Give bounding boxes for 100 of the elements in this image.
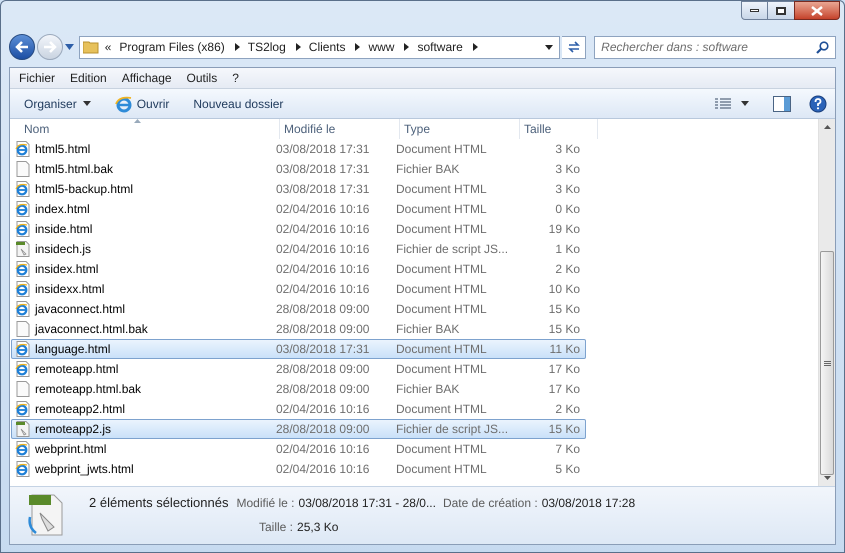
file-name: insidex.html <box>35 261 98 278</box>
file-name: html5-backup.html <box>35 181 134 198</box>
file-row[interactable]: insidexx.html 02/04/2016 10:16 Document HTML 10 Ko <box>11 279 586 299</box>
blank-file-icon <box>15 321 31 337</box>
back-button[interactable] <box>9 34 35 60</box>
close-icon <box>811 6 823 16</box>
file-row[interactable]: insidex.html 02/04/2016 10:16 Document HTML 2 Ko <box>11 259 586 279</box>
file-row[interactable]: remoteapp.html.bak 28/08/2018 09:00 Fichier BAK 17 Ko <box>11 379 586 399</box>
folder-icon <box>82 40 99 54</box>
breadcrumb[interactable]: TS2log <box>248 38 286 56</box>
preview-pane-icon[interactable] <box>773 96 791 112</box>
ie-file-icon <box>15 141 31 157</box>
chevron-icon[interactable] <box>472 43 478 51</box>
dropdown-icon[interactable] <box>545 44 554 50</box>
modified-date: 03/08/2018 17:31 <box>275 161 370 178</box>
chevron-icon[interactable] <box>234 43 240 51</box>
column-header[interactable]: Modifié le <box>280 119 400 139</box>
breadcrumb[interactable]: software <box>417 38 463 56</box>
menu-item[interactable]: Outils <box>180 68 224 88</box>
file-row[interactable]: html5.html.bak 03/08/2018 17:31 Fichier BAK 3 Ko <box>11 159 586 179</box>
modified-date: 02/04/2016 10:16 <box>275 221 370 238</box>
modified-date: 02/04/2016 10:16 <box>275 261 370 278</box>
file-type: Document HTML <box>395 221 488 238</box>
ie-file-icon <box>15 401 31 417</box>
menu-item[interactable]: Affichage <box>114 68 179 88</box>
file-size: 0 Ko <box>554 201 581 218</box>
file-type: Document HTML <box>395 461 488 478</box>
scrollbar[interactable] <box>818 119 835 486</box>
scrollbar-thumb[interactable] <box>820 251 834 475</box>
file-size: 15 Ko <box>548 301 581 318</box>
file-type: Document HTML <box>395 401 488 418</box>
file-size: 5 Ko <box>554 461 581 478</box>
file-row[interactable]: language.html 03/08/2018 17:31 Document HTML 11 Ko <box>11 339 586 359</box>
file-name: remoteapp.html.bak <box>35 381 142 398</box>
open-button[interactable]: Ouvrir <box>110 92 174 116</box>
file-name: webprint_jwts.html <box>35 461 134 478</box>
file-row[interactable]: index.html 02/04/2016 10:16 Document HTML 0 Ko <box>11 199 586 219</box>
caret-icon <box>82 101 91 106</box>
breadcrumb[interactable]: www <box>368 38 394 56</box>
menu-item[interactable]: Edition <box>63 68 114 88</box>
file-size: 17 Ko <box>548 361 581 378</box>
modified-date: 02/04/2016 10:16 <box>275 441 370 458</box>
refresh-button[interactable] <box>562 36 586 58</box>
breadcrumb[interactable]: Clients <box>308 38 346 56</box>
history-dropdown-icon[interactable] <box>64 44 74 50</box>
file-size: 19 Ko <box>548 221 581 238</box>
breadcrumb[interactable]: Program Files (x86) <box>119 38 225 56</box>
column-header[interactable]: Taille <box>520 119 598 139</box>
ie-file-icon <box>15 181 31 197</box>
caret-icon <box>741 101 749 106</box>
refresh-icon <box>566 41 581 53</box>
file-name: javaconnect.html <box>35 301 126 318</box>
address-bar[interactable]: « Program Files (x86) TS2log Clients www software <box>78 36 560 58</box>
detail-label: Date de création : <box>442 495 538 512</box>
menu-item[interactable]: ? <box>225 68 246 88</box>
file-size: 1 Ko <box>554 241 581 258</box>
file-row[interactable]: html5.html 03/08/2018 17:31 Document HTML 3 Ko <box>11 139 586 159</box>
file-row[interactable]: inside.html 02/04/2016 10:16 Document HTML 19 Ko <box>11 219 586 239</box>
scroll-up-icon[interactable] <box>824 125 830 129</box>
file-type: Document HTML <box>395 341 488 358</box>
overflow-chevron[interactable]: « <box>104 38 112 56</box>
help-icon[interactable] <box>809 94 827 112</box>
modified-date: 02/04/2016 10:16 <box>275 461 370 478</box>
maximize-button[interactable] <box>768 1 794 20</box>
detail-value: 25,3 Ko <box>297 518 338 536</box>
modified-date: 03/08/2018 17:31 <box>275 341 370 358</box>
file-row[interactable]: javaconnect.html 28/08/2018 09:00 Document HTML 15 Ko <box>11 299 586 319</box>
file-row[interactable]: remoteapp2.js 28/08/2018 09:00 Fichier de script JS... 15 Ko <box>11 419 586 439</box>
file-type: Fichier BAK <box>395 381 460 398</box>
minimize-button[interactable] <box>741 1 768 20</box>
file-row[interactable]: remoteapp2.html 02/04/2016 10:16 Document HTML 2 Ko <box>11 399 586 419</box>
organize-button[interactable]: Organiser <box>18 92 97 116</box>
search-field[interactable]: Rechercher dans : software <box>594 36 836 58</box>
column-header[interactable]: Type <box>400 119 520 139</box>
file-size: 10 Ko <box>548 281 581 298</box>
file-row[interactable]: webprint.html 02/04/2016 10:16 Document HTML 7 Ko <box>11 439 586 459</box>
file-name: inside.html <box>35 221 92 238</box>
new-folder-button[interactable]: Nouveau dossier <box>187 92 290 116</box>
ie-file-icon <box>15 261 31 277</box>
search-icon[interactable] <box>816 40 829 54</box>
chevron-icon[interactable] <box>355 43 360 51</box>
back-arrow-icon <box>14 41 29 53</box>
file-type: Document HTML <box>395 281 488 298</box>
detail-value: 03/08/2018 17:31 - 28/0... <box>298 495 436 512</box>
close-button[interactable] <box>794 1 840 20</box>
file-size: 15 Ko <box>548 321 581 338</box>
chevron-icon[interactable] <box>296 43 301 51</box>
chevron-icon[interactable] <box>404 43 410 51</box>
ie-file-icon <box>15 301 31 317</box>
file-type: Document HTML <box>395 201 488 218</box>
file-row[interactable]: webprint_jwts.html 02/04/2016 10:16 Document HTML 5 Ko <box>11 459 586 479</box>
search-input: Rechercher dans : software <box>601 38 816 56</box>
modified-date: 28/08/2018 09:00 <box>275 421 370 438</box>
file-row[interactable]: html5-backup.html 03/08/2018 17:31 Document HTML 3 Ko <box>11 179 586 199</box>
menu-item[interactable]: Fichier <box>12 68 62 88</box>
file-row[interactable]: remoteapp.html 28/08/2018 09:00 Document HTML 17 Ko <box>11 359 586 379</box>
file-type: Document HTML <box>395 301 488 318</box>
file-row[interactable]: javaconnect.html.bak 28/08/2018 09:00 Fichier BAK 15 Ko <box>11 319 586 339</box>
modified-date: 02/04/2016 10:16 <box>275 201 370 218</box>
file-row[interactable]: insidech.js 02/04/2016 10:16 Fichier de script JS... 1 Ko <box>11 239 586 259</box>
